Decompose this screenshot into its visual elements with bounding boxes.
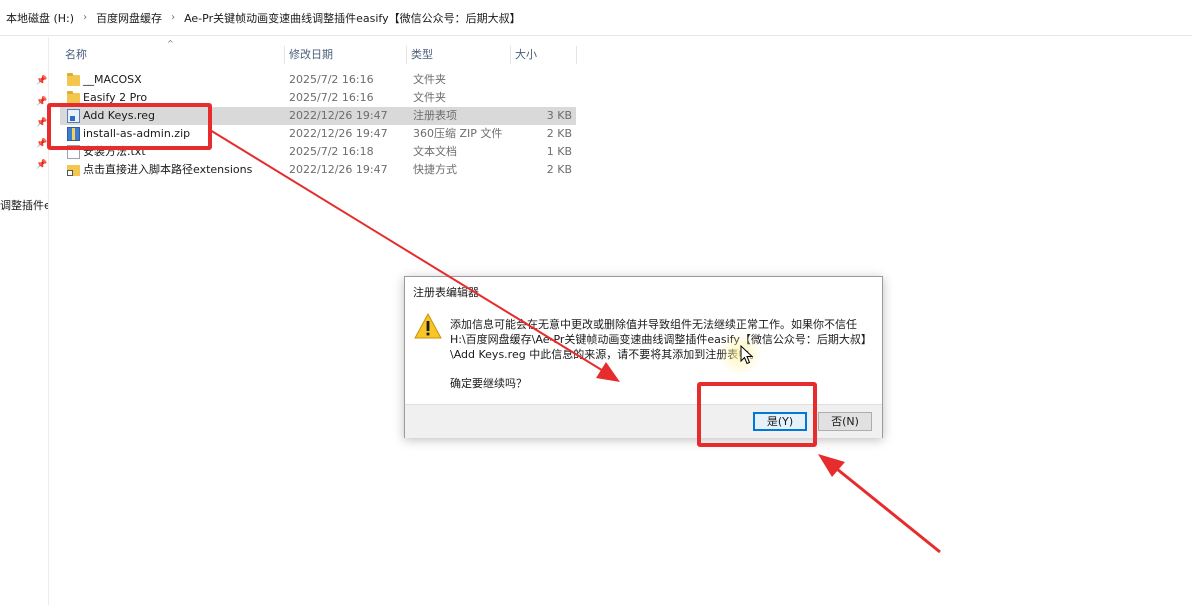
file-date: 2025/7/2 16:16 [289, 91, 374, 104]
file-type: 快捷方式 [413, 163, 457, 176]
file-date: 2022/12/26 19:47 [289, 109, 388, 122]
mouse-pointer-icon [740, 345, 754, 365]
file-type: 文本文档 [413, 145, 457, 158]
annotation-box-reg-file [47, 103, 212, 150]
no-button[interactable]: 否(N) [818, 412, 872, 431]
file-row[interactable]: 点击直接进入脚本路径extensions 2022/12/26 19:47 快捷… [60, 161, 576, 179]
pin-icon: 📌 [36, 97, 48, 107]
column-header-date[interactable]: 修改日期 [285, 46, 407, 64]
file-size: 2 KB [546, 163, 572, 176]
file-type: 注册表项 [413, 109, 457, 122]
dialog-title: 注册表编辑器 [413, 286, 479, 299]
pin-icon: 📌 [36, 139, 48, 149]
file-row[interactable]: __MACOSX 2025/7/2 16:16 文件夹 [60, 71, 576, 89]
file-date: 2022/12/26 19:47 [289, 127, 388, 140]
annotation-box-yes-button [697, 382, 817, 447]
file-name: __MACOSX [83, 73, 142, 86]
shortcut-icon [67, 165, 80, 176]
pin-icon: 📌 [36, 160, 48, 170]
chevron-right-icon: › [171, 12, 176, 23]
pin-icon: 📌 [36, 118, 48, 128]
annotation-arrow-line [831, 463, 941, 554]
breadcrumb-current-folder[interactable]: Ae-Pr关键帧动画变速曲线调整插件easify【微信公众号：后期大叔】 [184, 10, 521, 26]
breadcrumb-folder-cache[interactable]: 百度网盘缓存 [96, 10, 162, 26]
file-name: 点击直接进入脚本路径extensions [83, 163, 253, 176]
column-header-name[interactable]: 名称 [61, 46, 285, 64]
file-size: 1 KB [546, 145, 572, 158]
navigation-pane[interactable]: 📌 📌 📌 📌 📌 调整插件eas [0, 37, 49, 605]
file-date: 2025/7/2 16:18 [289, 145, 374, 158]
pin-icon: 📌 [36, 76, 48, 86]
arrowhead-icon [818, 454, 845, 477]
file-size: 3 KB [546, 109, 572, 122]
file-date: 2025/7/2 16:16 [289, 73, 374, 86]
column-header-size[interactable]: 大小 [511, 46, 577, 64]
warning-icon [414, 313, 442, 339]
breadcrumb-drive[interactable]: 本地磁盘 (H:) [6, 10, 74, 26]
nav-item-clipped[interactable]: 调整插件eas [0, 197, 48, 213]
chevron-right-icon: › [83, 12, 88, 23]
dialog-message: 添加信息可能会在无意中更改或删除值并导致组件无法继续正常工作。如果你不信任 H:… [450, 318, 872, 361]
file-type: 文件夹 [413, 91, 446, 104]
file-date: 2022/12/26 19:47 [289, 163, 388, 176]
column-header-type[interactable]: 类型 [407, 46, 511, 64]
dialog-confirm-question: 确定要继续吗？ [450, 377, 527, 390]
file-size: 2 KB [546, 127, 572, 140]
file-type: 360压缩 ZIP 文件 [413, 127, 503, 140]
address-bar-breadcrumb[interactable]: 本地磁盘 (H:) › 百度网盘缓存 › Ae-Pr关键帧动画变速曲线调整插件e… [0, 0, 1192, 36]
folder-icon [67, 73, 80, 86]
file-type: 文件夹 [413, 73, 446, 86]
